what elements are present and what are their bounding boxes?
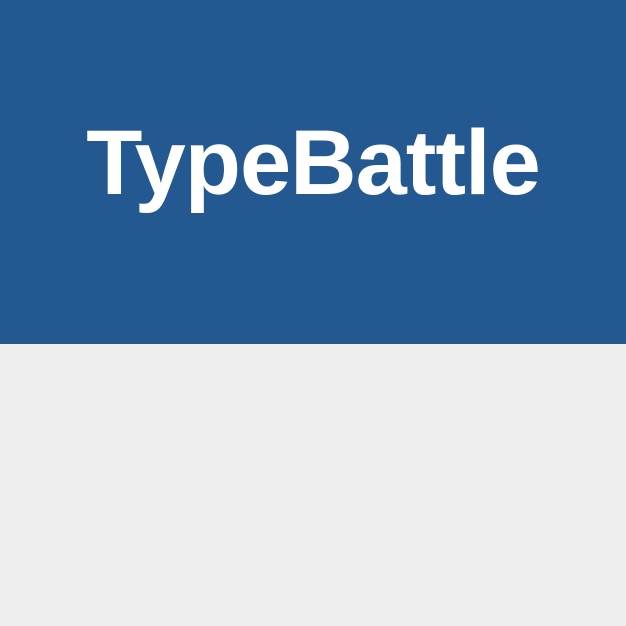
header-banner: TypeBattle [0,0,626,344]
app-title: TypeBattle [86,112,541,214]
app-window: TypeBattle [0,0,626,626]
content-area [0,344,626,626]
